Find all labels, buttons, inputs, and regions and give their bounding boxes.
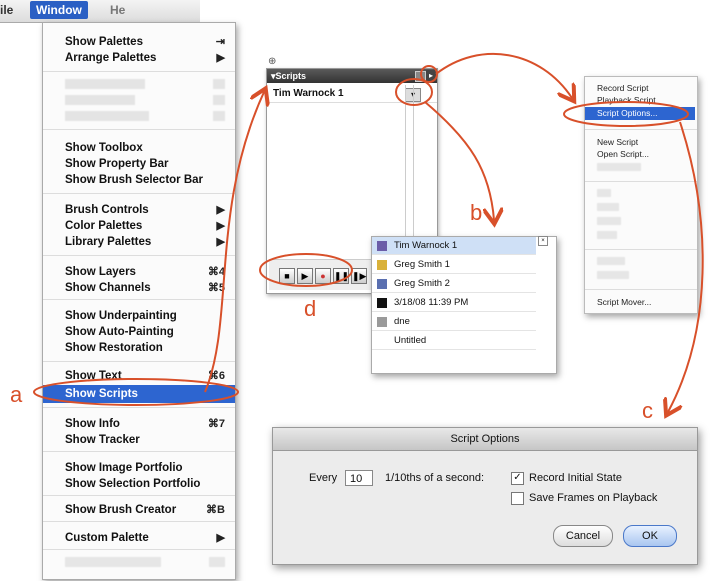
highlight-script-menu xyxy=(395,78,433,106)
arrow-to-options-menu xyxy=(435,53,572,98)
highlight-script-options xyxy=(563,101,689,127)
highlight-options-arrow xyxy=(420,65,438,83)
highlight-controls xyxy=(259,253,353,287)
arrow-to-dialog xyxy=(668,121,704,412)
arrow-a-to-palette xyxy=(204,92,264,393)
arrow-to-list xyxy=(424,101,494,220)
annotation-overlay xyxy=(33,53,704,581)
